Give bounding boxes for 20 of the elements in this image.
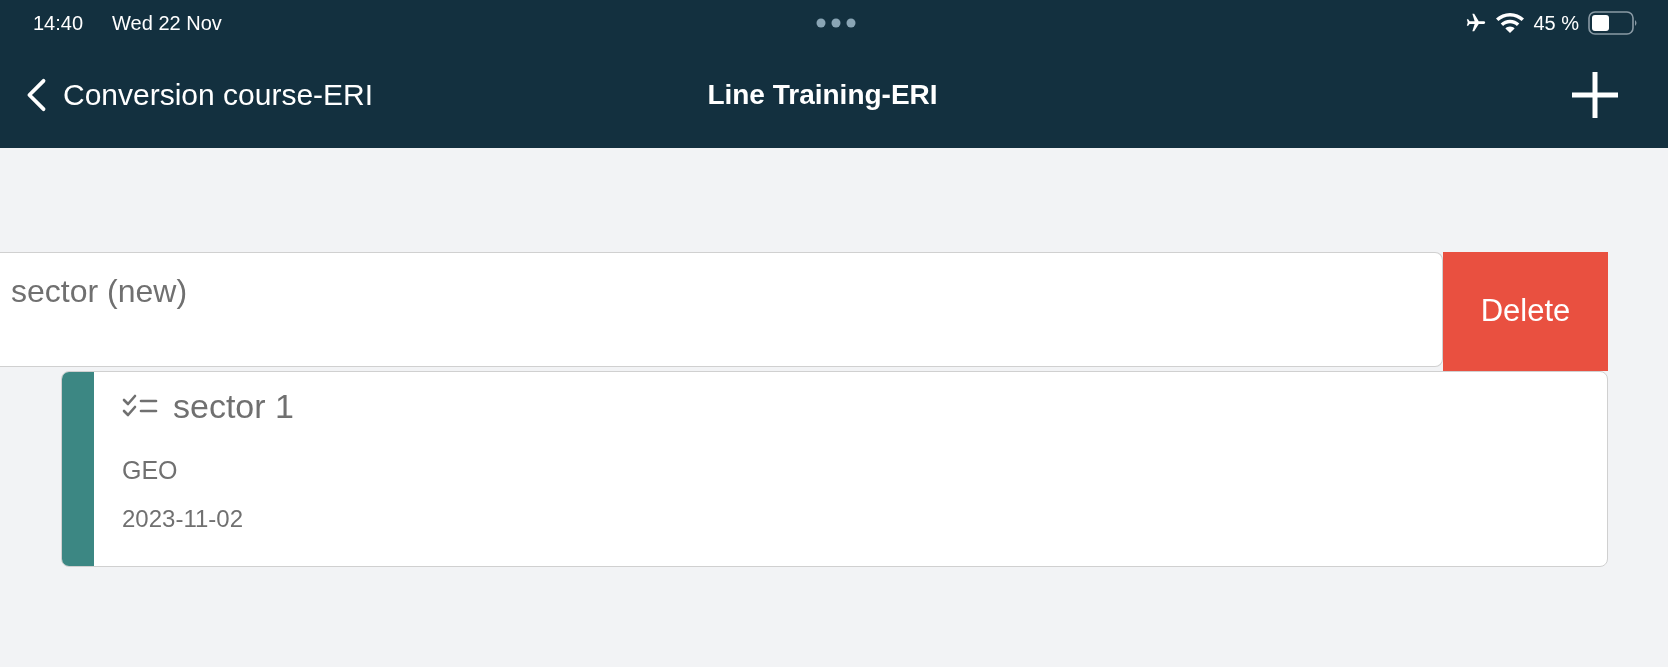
row-title: sector (new) <box>11 273 188 309</box>
sector-card[interactable]: sector 1 GEO 2023-11-02 <box>61 371 1608 567</box>
plus-icon <box>1570 70 1620 120</box>
status-time: 14:40 <box>33 13 84 33</box>
card-title: sector 1 <box>173 389 294 423</box>
card-subtitle: GEO <box>122 458 179 483</box>
battery-percent: 45 % <box>1533 13 1579 33</box>
airplane-icon <box>1465 12 1488 34</box>
status-date: Wed 22 Nov <box>112 13 222 33</box>
battery-icon <box>1588 11 1638 35</box>
list-row[interactable]: sector (new) <box>0 252 1443 367</box>
back-button[interactable]: Conversion course-ERI <box>25 78 374 112</box>
add-button[interactable] <box>1570 70 1620 120</box>
page-title: Line Training-ERI <box>707 81 938 109</box>
wifi-icon <box>1496 13 1525 33</box>
card-date: 2023-11-02 <box>122 507 244 531</box>
delete-button[interactable]: Delete <box>1443 252 1608 371</box>
back-chevron-icon <box>25 78 47 112</box>
more-dots-icon[interactable] <box>815 18 856 28</box>
checklist-icon <box>122 394 158 418</box>
